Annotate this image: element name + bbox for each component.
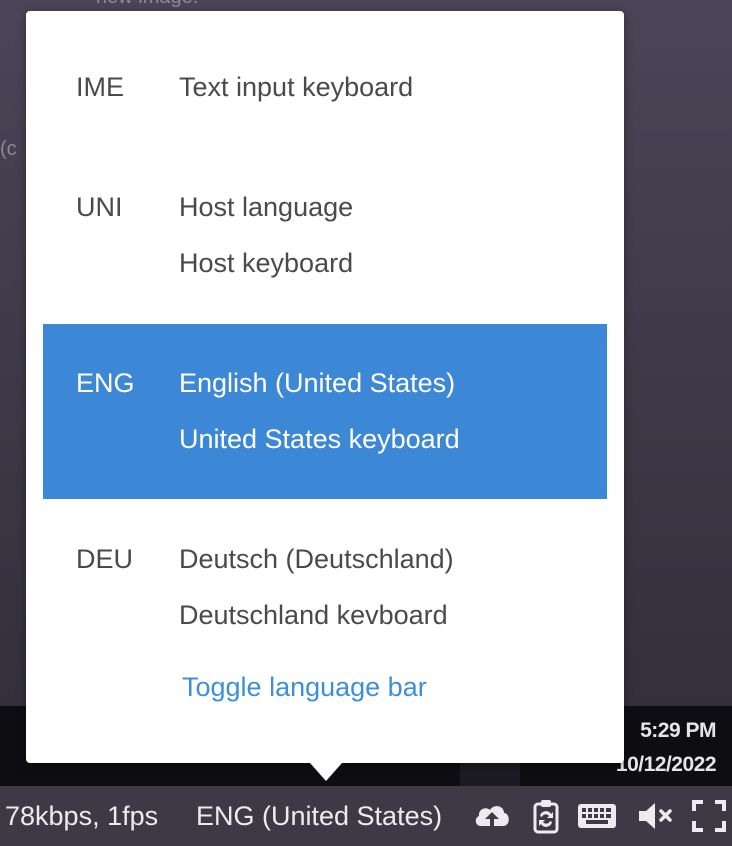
language-code: DEU — [76, 544, 134, 574]
language-indicator-button[interactable]: ENG (United States) — [196, 786, 442, 842]
language-name: English (United States) — [179, 368, 456, 398]
language-option-eng[interactable]: ENG English (United States) United State… — [43, 324, 607, 499]
background-partial-text-left: (c — [0, 138, 17, 160]
language-option-deu[interactable]: DEU Deutsch (Deutschland) Deutschland ke… — [43, 532, 607, 652]
popup-pointer — [310, 763, 342, 781]
language-keyboard: Text input keyboard — [179, 72, 414, 102]
language-option-ime[interactable]: IME Text input keyboard — [43, 60, 607, 120]
language-name: Host language — [179, 192, 354, 222]
language-code: ENG — [76, 368, 135, 398]
cloud-upload-icon[interactable] — [472, 798, 512, 834]
language-keyboard: Host keyboard — [179, 248, 354, 278]
language-code: IME — [76, 72, 125, 102]
language-code: UNI — [76, 192, 123, 222]
keyboard-icon[interactable] — [577, 798, 617, 834]
language-keyboard: United States keyboard — [179, 424, 460, 454]
background-partial-text: new image. — [96, 0, 198, 9]
toggle-language-bar-link[interactable]: Toggle language bar — [182, 672, 427, 703]
language-option-uni[interactable]: UNI Host language Host keyboard — [43, 180, 607, 300]
taskbar-tray-item[interactable] — [460, 760, 520, 786]
language-name: Deutsch (Deutschland) — [179, 544, 454, 574]
bandwidth-readout: 78kbps, 1fps — [5, 801, 159, 831]
mute-icon[interactable] — [636, 798, 676, 834]
fullscreen-icon[interactable] — [689, 798, 729, 834]
language-keyboard: Deutschland kevboard — [179, 600, 448, 630]
clipboard-sync-icon[interactable] — [527, 798, 567, 834]
